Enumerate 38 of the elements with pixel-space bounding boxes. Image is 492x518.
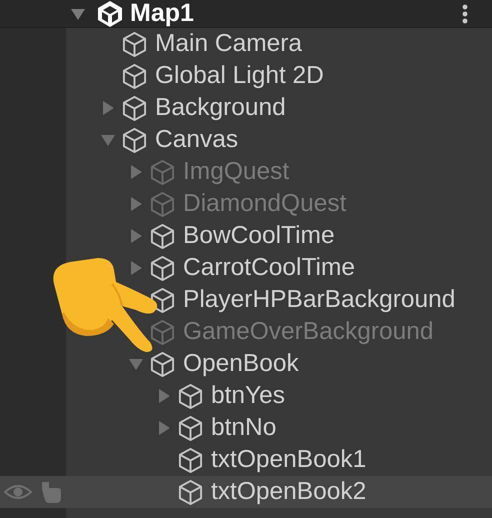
- object-name[interactable]: OpenBook: [183, 350, 299, 378]
- tree-row[interactable]: txtOpenBook1: [0, 444, 492, 476]
- tree-row[interactable]: OpenBook: [0, 348, 492, 380]
- tree-row[interactable]: Background: [0, 92, 492, 124]
- expand-arrow-icon[interactable]: [128, 260, 144, 276]
- tree-row[interactable]: Canvas: [0, 124, 492, 156]
- object-name[interactable]: Background: [155, 94, 286, 122]
- object-name[interactable]: Main Camera: [155, 30, 302, 58]
- expand-arrow-icon[interactable]: [128, 164, 144, 180]
- object-name[interactable]: PlayerHPBarBackground: [183, 286, 456, 314]
- more-menu-icon[interactable]: [462, 4, 468, 24]
- object-name[interactable]: Global Light 2D: [155, 62, 324, 90]
- object-name[interactable]: btnNo: [211, 414, 276, 442]
- tree-row[interactable]: btnYes: [0, 380, 492, 412]
- expand-arrow-icon[interactable]: [128, 228, 144, 244]
- expand-arrow-icon[interactable]: [100, 100, 116, 116]
- expand-arrow-icon[interactable]: [100, 132, 116, 148]
- object-name[interactable]: btnYes: [211, 382, 286, 410]
- object-name[interactable]: txtOpenBook1: [211, 446, 366, 474]
- expand-arrow-icon[interactable]: [156, 420, 172, 436]
- unity-scene-icon: [96, 0, 124, 28]
- object-name[interactable]: Canvas: [155, 126, 238, 154]
- object-name[interactable]: BowCoolTime: [183, 222, 335, 250]
- tree-row[interactable]: PlayerHPBarBackground: [0, 284, 492, 316]
- expand-arrow-icon[interactable]: [128, 196, 144, 212]
- tree-row[interactable]: Global Light 2D: [0, 60, 492, 92]
- hand-pointer-icon[interactable]: [40, 480, 62, 504]
- scene-title: Map1: [130, 0, 194, 28]
- object-name[interactable]: txtOpenBook2: [211, 478, 366, 506]
- expand-arrow-icon[interactable]: [156, 388, 172, 404]
- expand-arrow-icon[interactable]: [128, 356, 144, 372]
- object-name[interactable]: CarrotCoolTime: [183, 254, 355, 282]
- tree-row[interactable]: btnNo: [0, 412, 492, 444]
- tree-row[interactable]: Main Camera: [0, 28, 492, 60]
- tree-row[interactable]: CarrotCoolTime: [0, 252, 492, 284]
- tree-row[interactable]: BowCoolTime: [0, 220, 492, 252]
- eye-icon[interactable]: [4, 484, 32, 500]
- tree-row[interactable]: txtOpenBook2: [0, 476, 492, 508]
